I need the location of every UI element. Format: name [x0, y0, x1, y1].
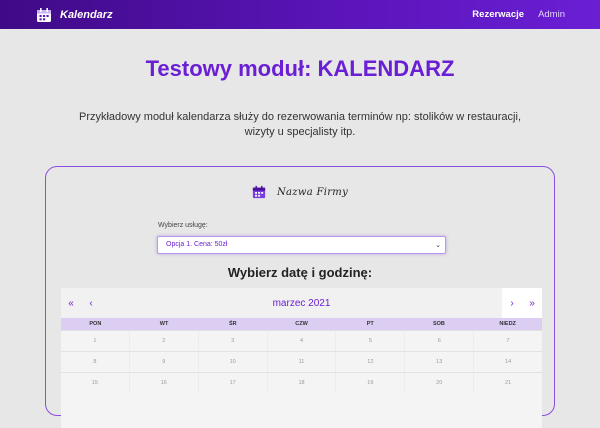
brand-name: Kalendarz [60, 8, 113, 21]
next-month-button[interactable]: › [502, 288, 522, 318]
weekday-label: SOB [432, 321, 445, 327]
booking-card: Nazwa Firmy Wybierz usługę: Opcja 1. Cen… [45, 166, 555, 428]
weekday-label: ŚR [228, 321, 237, 327]
weekday-label: CZW [295, 321, 308, 327]
calendar-day[interactable]: 20 [405, 373, 475, 393]
calendar-day[interactable]: 1 [61, 331, 130, 351]
calendar-day[interactable]: 12 [336, 352, 406, 372]
calendar-day[interactable]: 11 [268, 352, 337, 372]
service-select[interactable]: Opcja 1. Cena: 50zł ⌄ [157, 236, 446, 254]
calendar-week-row: 8 9 10 11 12 13 14 [61, 351, 542, 372]
service-selected-value: Opcja 1. Cena: 50zł [166, 241, 228, 248]
firm-name: Nazwa Firmy [276, 186, 349, 198]
calendar-day[interactable]: 16 [130, 373, 199, 393]
calendar-day[interactable]: 18 [268, 373, 337, 393]
brand-link[interactable]: Kalendarz [36, 7, 113, 23]
calendar-day[interactable]: 10 [199, 352, 268, 372]
prev-year-button[interactable]: « [61, 288, 81, 318]
calendar-icon [37, 7, 51, 22]
chevron-down-icon: ⌄ [435, 242, 441, 249]
calendar-day[interactable]: 6 [405, 331, 475, 351]
calendar-day[interactable]: 9 [130, 352, 199, 372]
calendar-icon [252, 185, 266, 199]
page-description: Przykładowy moduł kalendarza służy do re… [78, 111, 521, 138]
calendar-day[interactable]: 3 [199, 331, 268, 351]
calendar-day[interactable]: 17 [199, 373, 268, 393]
calendar: marzec 2021 « ‹ › » PON WT ŚR CZW PT SOB… [61, 288, 542, 428]
prev-month-button[interactable]: ‹ [81, 288, 101, 318]
calendar-day[interactable]: 4 [268, 331, 337, 351]
weekday-label: PT [366, 321, 374, 327]
calendar-day[interactable]: 21 [474, 373, 542, 393]
calendar-week-row: 15 16 17 18 19 20 21 [61, 372, 542, 393]
page-title: Testowy moduł: KALENDARZ [145, 56, 455, 81]
calendar-day[interactable]: 13 [405, 352, 475, 372]
choose-date-title: Wybierz datę i godzinę: [227, 265, 373, 280]
calendar-day[interactable]: 14 [474, 352, 542, 372]
weekday-label: PON [89, 321, 102, 327]
calendar-day[interactable]: 7 [474, 331, 542, 351]
calendar-day[interactable]: 8 [61, 352, 130, 372]
nav-link-admin[interactable]: Admin [538, 9, 565, 20]
weekday-label: NIEDZ [499, 321, 516, 327]
weekday-header: PON WT ŚR CZW PT SOB NIEDZ [61, 318, 542, 330]
calendar-week-row: 1 2 3 4 5 6 7 [61, 330, 542, 351]
calendar-day[interactable]: 19 [336, 373, 406, 393]
calendar-month-title: marzec 2021 [272, 297, 331, 309]
calendar-day[interactable]: 2 [130, 331, 199, 351]
weekday-label: WT [159, 321, 169, 327]
nav-link-rezerwacje[interactable]: Rezerwacje [472, 9, 524, 20]
navbar: Kalendarz Rezerwacje Admin [0, 0, 600, 29]
firm-header: Nazwa Firmy [46, 185, 554, 199]
next-year-button[interactable]: » [522, 288, 542, 318]
service-label: Wybierz usługę: [158, 222, 208, 229]
calendar-header: marzec 2021 « ‹ › » [61, 288, 542, 318]
calendar-day[interactable]: 5 [336, 331, 406, 351]
calendar-day[interactable]: 15 [61, 373, 130, 393]
nav-links: Rezerwacje Admin [472, 0, 565, 29]
